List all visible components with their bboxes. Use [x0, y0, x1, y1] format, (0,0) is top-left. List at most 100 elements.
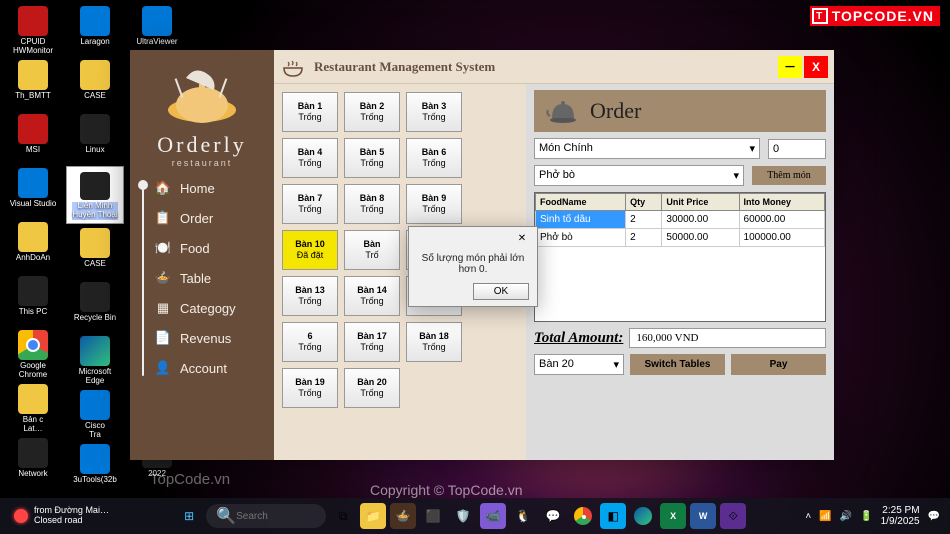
nav-item-order[interactable]: 📋Order: [152, 206, 266, 230]
alert-icon: [14, 509, 28, 523]
column-header[interactable]: Into Money: [739, 194, 824, 211]
revenus-icon: 📄: [154, 330, 172, 346]
taskbar-app[interactable]: [630, 503, 656, 529]
desktop-icon[interactable]: CASE: [66, 58, 124, 110]
desktop-icon[interactable]: Microsoft Edge: [66, 334, 124, 386]
app-sidebar: Orderly restaurant 🏠Home📋Order🍽️Food🍲Tab…: [130, 50, 274, 460]
taskbar-app[interactable]: 🛡️: [450, 503, 476, 529]
table-button[interactable]: Bàn 17Trống: [344, 322, 400, 362]
dialog-close-button[interactable]: ✕: [511, 229, 533, 247]
order-items-table[interactable]: FoodNameQtyUnit PriceInto MoneySinh tố d…: [534, 192, 826, 322]
column-header[interactable]: FoodName: [536, 194, 626, 211]
task-view-button[interactable]: ⧉: [330, 503, 356, 529]
account-icon: 👤: [154, 360, 172, 376]
table-button[interactable]: Bàn 6Trống: [406, 138, 462, 178]
dialog-ok-button[interactable]: OK: [473, 283, 529, 300]
nav-item-food[interactable]: 🍽️Food: [152, 236, 266, 260]
nav-item-home[interactable]: 🏠Home: [152, 176, 266, 200]
battery-icon[interactable]: 🔋: [860, 511, 872, 522]
table-button[interactable]: 6Trống: [282, 322, 338, 362]
alert-dialog: ✕ Số lượng món phải lớn hơn 0. OK: [408, 226, 538, 307]
taskbar-app[interactable]: X: [660, 503, 686, 529]
taskbar-app[interactable]: ⟐: [720, 503, 746, 529]
table-button[interactable]: Bàn 7Trống: [282, 184, 338, 224]
nav-item-revenus[interactable]: 📄Revenus: [152, 326, 266, 350]
table-button[interactable]: Bàn 19Trống: [282, 368, 338, 408]
order-panel: Order Món Chính ▾ Phở bò ▾ Thêm món Food…: [526, 84, 834, 460]
table-row[interactable]: Sinh tố dâu230000.0060000.00: [536, 211, 825, 229]
table-button[interactable]: Bàn 13Trống: [282, 276, 338, 316]
tray-chevron-icon[interactable]: ˄: [805, 511, 811, 522]
close-button[interactable]: X: [804, 56, 828, 78]
minimize-button[interactable]: －: [778, 56, 802, 78]
dish-select[interactable]: Phở bò ▾: [534, 165, 744, 186]
taskbar-app[interactable]: W: [690, 503, 716, 529]
taskbar-search[interactable]: 🔍: [206, 504, 326, 528]
table-button[interactable]: Bàn 18Trống: [406, 322, 462, 362]
taskbar-app[interactable]: 📁: [360, 503, 386, 529]
table-button[interactable]: Bàn 5Trống: [344, 138, 400, 178]
taskbar-app[interactable]: 💬: [540, 503, 566, 529]
table-row[interactable]: Phở bò250000.00100000.00: [536, 229, 825, 247]
desktop-icon[interactable]: CASE: [66, 226, 124, 278]
table-button[interactable]: Bàn 8Trống: [344, 184, 400, 224]
desktop-icon[interactable]: Th_BMTT: [4, 58, 62, 110]
start-button[interactable]: ⊞: [176, 503, 202, 529]
desktop-icon[interactable]: This PC: [4, 274, 62, 326]
desktop-icon[interactable]: Bản c Lat…: [4, 382, 62, 434]
pay-button[interactable]: Pay: [731, 354, 826, 375]
taskbar-app[interactable]: 🐧: [510, 503, 536, 529]
volume-icon[interactable]: 🔊: [840, 511, 852, 522]
table-button[interactable]: Bàn 10Đã đặt: [282, 230, 338, 270]
desktop-icon[interactable]: Cisco Tra: [66, 388, 124, 440]
taskbar-app[interactable]: 📹: [480, 503, 506, 529]
app-titlebar: Restaurant Management System － X: [274, 50, 834, 84]
table-select[interactable]: Bàn 20 ▾: [534, 354, 624, 375]
desktop-icon[interactable]: CPUID HWMonitor: [4, 4, 62, 56]
total-label: Total Amount:: [534, 330, 623, 347]
app-title: Restaurant Management System: [314, 59, 495, 75]
table-button[interactable]: Bàn 3Trống: [406, 92, 462, 132]
taskbar-clock[interactable]: 2:25 PM1/9/2025: [881, 505, 920, 527]
table-button[interactable]: Bàn Trố: [344, 230, 400, 270]
table-button[interactable]: Bàn 20Trống: [344, 368, 400, 408]
desktop-icon[interactable]: Laragon: [66, 4, 124, 56]
desktop-icon[interactable]: UltraViewer: [128, 4, 186, 56]
table-button[interactable]: Bàn 1Trống: [282, 92, 338, 132]
desktop-icon[interactable]: Liên Minh Huyền Thoại: [66, 166, 124, 224]
order-icon: 📋: [154, 210, 172, 226]
desktop-icon[interactable]: Linux: [66, 112, 124, 164]
cloche-icon: [544, 96, 578, 126]
taskbar-app[interactable]: [570, 503, 596, 529]
table-button[interactable]: Bàn 14Trống: [344, 276, 400, 316]
taskbar-weather[interactable]: from Đường Mai…Closed road: [6, 504, 117, 528]
nav-item-categogy[interactable]: ▦Categogy: [152, 296, 266, 320]
table-button[interactable]: Bàn 9Trống: [406, 184, 462, 224]
column-header[interactable]: Unit Price: [662, 194, 739, 211]
column-header[interactable]: Qty: [626, 194, 662, 211]
desktop-icon[interactable]: MSI: [4, 112, 62, 164]
category-select[interactable]: Món Chính ▾: [534, 138, 760, 159]
desktop-icon[interactable]: Google Chrome: [4, 328, 62, 380]
wifi-icon[interactable]: 📶: [819, 511, 831, 522]
notifications-icon[interactable]: 💬: [928, 511, 940, 522]
total-amount-field: 160,000 VND: [629, 328, 826, 348]
nav-item-account[interactable]: 👤Account: [152, 356, 266, 380]
desktop-icon[interactable]: Visual Studio: [4, 166, 62, 218]
taskbar-app[interactable]: ⬛: [420, 503, 446, 529]
desktop-icon[interactable]: 3uTools(32b: [66, 442, 124, 494]
switch-tables-button[interactable]: Switch Tables: [630, 354, 725, 375]
desktop-icon[interactable]: AnhDoAn: [4, 220, 62, 272]
nav-item-table[interactable]: 🍲Table: [152, 266, 266, 290]
desktop-icon[interactable]: Recycle Bin: [66, 280, 124, 332]
taskbar-app[interactable]: 🍲: [390, 503, 416, 529]
dialog-message: Số lượng món phải lớn hơn 0.: [409, 249, 537, 277]
taskbar-app[interactable]: ◧: [600, 503, 626, 529]
quantity-stepper[interactable]: [768, 139, 826, 159]
brand-name: Orderly: [157, 132, 246, 158]
table-button[interactable]: Bàn 4Trống: [282, 138, 338, 178]
table-button[interactable]: Bàn 2Trống: [344, 92, 400, 132]
desktop-icon[interactable]: Network: [4, 436, 62, 488]
add-dish-button[interactable]: Thêm món: [752, 166, 826, 185]
home-icon: 🏠: [154, 180, 172, 196]
